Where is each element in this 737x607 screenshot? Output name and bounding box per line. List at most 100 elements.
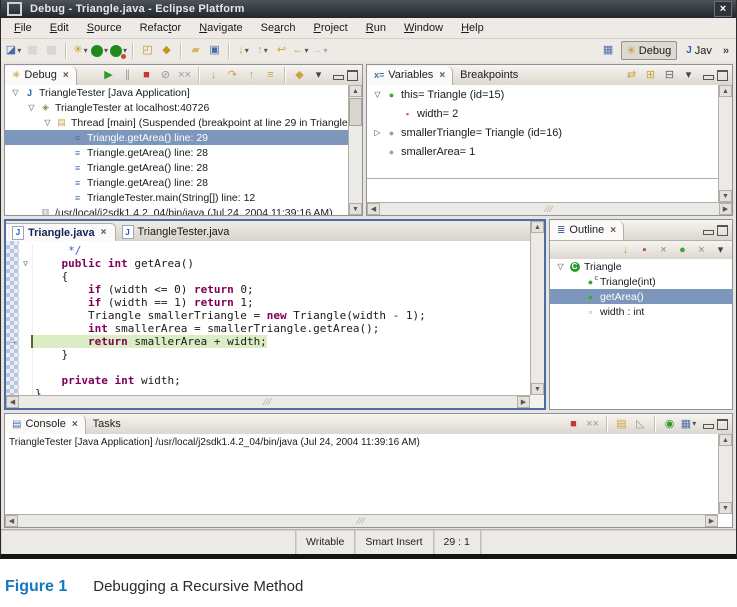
menu-window[interactable]: Window [395, 19, 452, 37]
fold-marker-icon[interactable]: ▽ [19, 257, 33, 270]
debug-tree-item[interactable]: ▽▤Thread [main] (Suspended (breakpoint a… [5, 115, 348, 130]
show-qualified-names-button[interactable]: ≡ [262, 66, 279, 84]
expander-closed-icon[interactable]: ▷ [371, 128, 384, 137]
menu-project[interactable]: Project [305, 19, 357, 37]
debug-tree-item[interactable]: ≡Triangle.getArea() line: 28 [5, 145, 348, 160]
scroll-up-icon[interactable]: ▲ [719, 434, 732, 446]
dropdown-arrow-icon[interactable]: ▾ [104, 47, 108, 55]
new-wizard-button[interactable]: ◪▾ [5, 42, 22, 60]
dropdown-arrow-icon[interactable]: ▾ [17, 47, 21, 55]
maximize-button[interactable] [717, 419, 728, 430]
variable-item[interactable]: ●smallerArea= 1 [367, 142, 718, 161]
hide-non-public-members-button[interactable]: ● [674, 241, 691, 259]
menu-run[interactable]: Run [357, 19, 395, 37]
resume-button[interactable]: ▶ [100, 66, 117, 84]
remove-all-terminated-button[interactable]: ×× [584, 415, 601, 433]
debug-tree-item[interactable]: ▽◈TriangleTester at localhost:40726 [5, 100, 348, 115]
scrollbar-grip[interactable]: ⁄⁄⁄ [18, 516, 705, 526]
code-editor[interactable]: */▽ public int getArea() { if (width <= … [19, 241, 530, 395]
tab-triangletester-java[interactable]: J TriangleTester.java [116, 223, 238, 241]
menu-source[interactable]: Source [78, 19, 131, 37]
filter-stack-frames-button[interactable]: ◆ [291, 66, 308, 84]
dropdown-arrow-icon[interactable]: ▾ [305, 47, 309, 55]
debug-perspective-button[interactable]: ✳ Debug [621, 41, 678, 60]
annotation-highlight-button[interactable]: ▰ [187, 42, 204, 60]
open-type-button[interactable]: ◰ [139, 42, 156, 60]
close-icon[interactable]: × [439, 70, 445, 81]
debug-vertical-scrollbar[interactable]: ▲ ▼ [348, 85, 362, 215]
maximize-button[interactable] [347, 70, 358, 81]
menu-refactor[interactable]: Refactor [131, 19, 191, 37]
menu-search[interactable]: Search [252, 19, 305, 37]
close-icon[interactable]: × [72, 419, 78, 430]
tab-variables[interactable]: x= Variables × [367, 66, 453, 85]
console-vertical-scrollbar[interactable]: ▲ ▼ [718, 434, 732, 514]
scroll-right-icon[interactable]: ▶ [705, 515, 718, 527]
annotation-ruler[interactable]: → [6, 241, 19, 395]
outline-item[interactable]: ●getArea() [550, 289, 732, 304]
show-logical-structure-button[interactable]: ⊞ [642, 66, 659, 84]
close-icon[interactable]: × [101, 227, 107, 238]
variables-horizontal-scrollbar[interactable]: ◀ ⁄⁄⁄ ▶ [367, 202, 732, 215]
variable-item[interactable]: ▽●this= Triangle (id=15) [367, 85, 718, 104]
outline-item[interactable]: ▽CTriangle [550, 259, 732, 274]
debug-launch-button[interactable]: ✳▾ [72, 42, 89, 60]
editor-horizontal-scrollbar[interactable]: ◀ ⁄⁄⁄ ▶ [6, 395, 530, 408]
display-selected-console-button[interactable]: ▦▾ [680, 415, 697, 433]
collapse-all-button[interactable]: ⊟ [661, 66, 678, 84]
dropdown-arrow-icon[interactable]: ▾ [264, 47, 268, 55]
expander-open-icon[interactable]: ▽ [41, 118, 54, 127]
menu-file[interactable]: File [5, 19, 41, 37]
dropdown-arrow-icon[interactable]: ▾ [324, 47, 328, 55]
scroll-down-icon[interactable]: ▼ [719, 190, 732, 202]
show-type-names-button[interactable]: ⇄ [623, 66, 640, 84]
scroll-left-icon[interactable]: ◀ [367, 203, 380, 215]
forward-button[interactable]: →▾ [311, 42, 328, 60]
scrollbar-grip[interactable]: ⁄⁄⁄ [19, 397, 517, 407]
outline-item[interactable]: ▫width : int [550, 304, 732, 319]
dropdown-arrow-icon[interactable]: ▾ [84, 47, 88, 55]
next-annotation-button[interactable]: ↓▾ [235, 42, 252, 60]
hide-local-types-button[interactable]: × [693, 241, 710, 259]
save-button[interactable]: ▦ [24, 42, 41, 60]
scrollbar-grip[interactable]: ⁄⁄⁄ [380, 204, 719, 214]
perspective-overflow-chevron[interactable]: » [721, 45, 731, 57]
external-tools-launch-button[interactable]: ▶▾ [110, 42, 127, 60]
view-menu-button[interactable]: ▾ [680, 66, 697, 84]
menu-navigate[interactable]: Navigate [190, 19, 251, 37]
console-horizontal-scrollbar[interactable]: ◀ ⁄⁄⁄ ▶ [5, 514, 718, 527]
scroll-lock-button[interactable]: ▤ [613, 415, 630, 433]
java-perspective-button[interactable]: J Jav [680, 42, 718, 60]
expander-open-icon[interactable]: ▽ [9, 88, 22, 97]
window-close-button[interactable]: × [714, 1, 732, 17]
expander-open-icon[interactable]: ▽ [554, 262, 567, 271]
last-edit-location-button[interactable]: ↩ [273, 42, 290, 60]
menu-edit[interactable]: Edit [41, 19, 78, 37]
scroll-down-icon[interactable]: ▼ [531, 383, 544, 395]
minimize-button[interactable] [703, 424, 714, 429]
dropdown-arrow-icon[interactable]: ▾ [692, 420, 696, 428]
debug-tree-item[interactable]: ≡TriangleTester.main(String[]) line: 12 [5, 190, 348, 205]
scroll-left-icon[interactable]: ◀ [6, 396, 19, 408]
search-button[interactable]: ◆ [158, 42, 175, 60]
dropdown-arrow-icon[interactable]: ▾ [245, 47, 249, 55]
variables-vertical-scrollbar[interactable]: ▲ ▼ [718, 85, 732, 202]
minimize-button[interactable] [703, 75, 714, 80]
tab-outline[interactable]: ≣ Outline × [550, 221, 624, 240]
scroll-down-icon[interactable]: ▼ [719, 502, 732, 514]
scroll-right-icon[interactable]: ▶ [517, 396, 530, 408]
disconnect-button[interactable]: ⊘ [157, 66, 174, 84]
view-menu-button[interactable]: ▾ [712, 241, 729, 259]
close-icon[interactable]: × [63, 70, 69, 81]
hide-fields-button[interactable]: ▪ [636, 241, 653, 259]
hide-static-members-button[interactable]: × [655, 241, 672, 259]
step-into-button[interactable]: ↓ [205, 66, 222, 84]
open-perspective-button[interactable]: ▦ [600, 42, 617, 60]
close-icon[interactable]: × [610, 225, 616, 236]
scroll-up-icon[interactable]: ▲ [719, 85, 732, 97]
maximize-button[interactable] [717, 70, 728, 81]
link-with-editor-button[interactable]: ▣ [206, 42, 223, 60]
tab-console[interactable]: ▤ Console × [5, 415, 86, 434]
step-over-button[interactable]: ↷ [224, 66, 241, 84]
tab-breakpoints[interactable]: Breakpoints [453, 66, 525, 85]
